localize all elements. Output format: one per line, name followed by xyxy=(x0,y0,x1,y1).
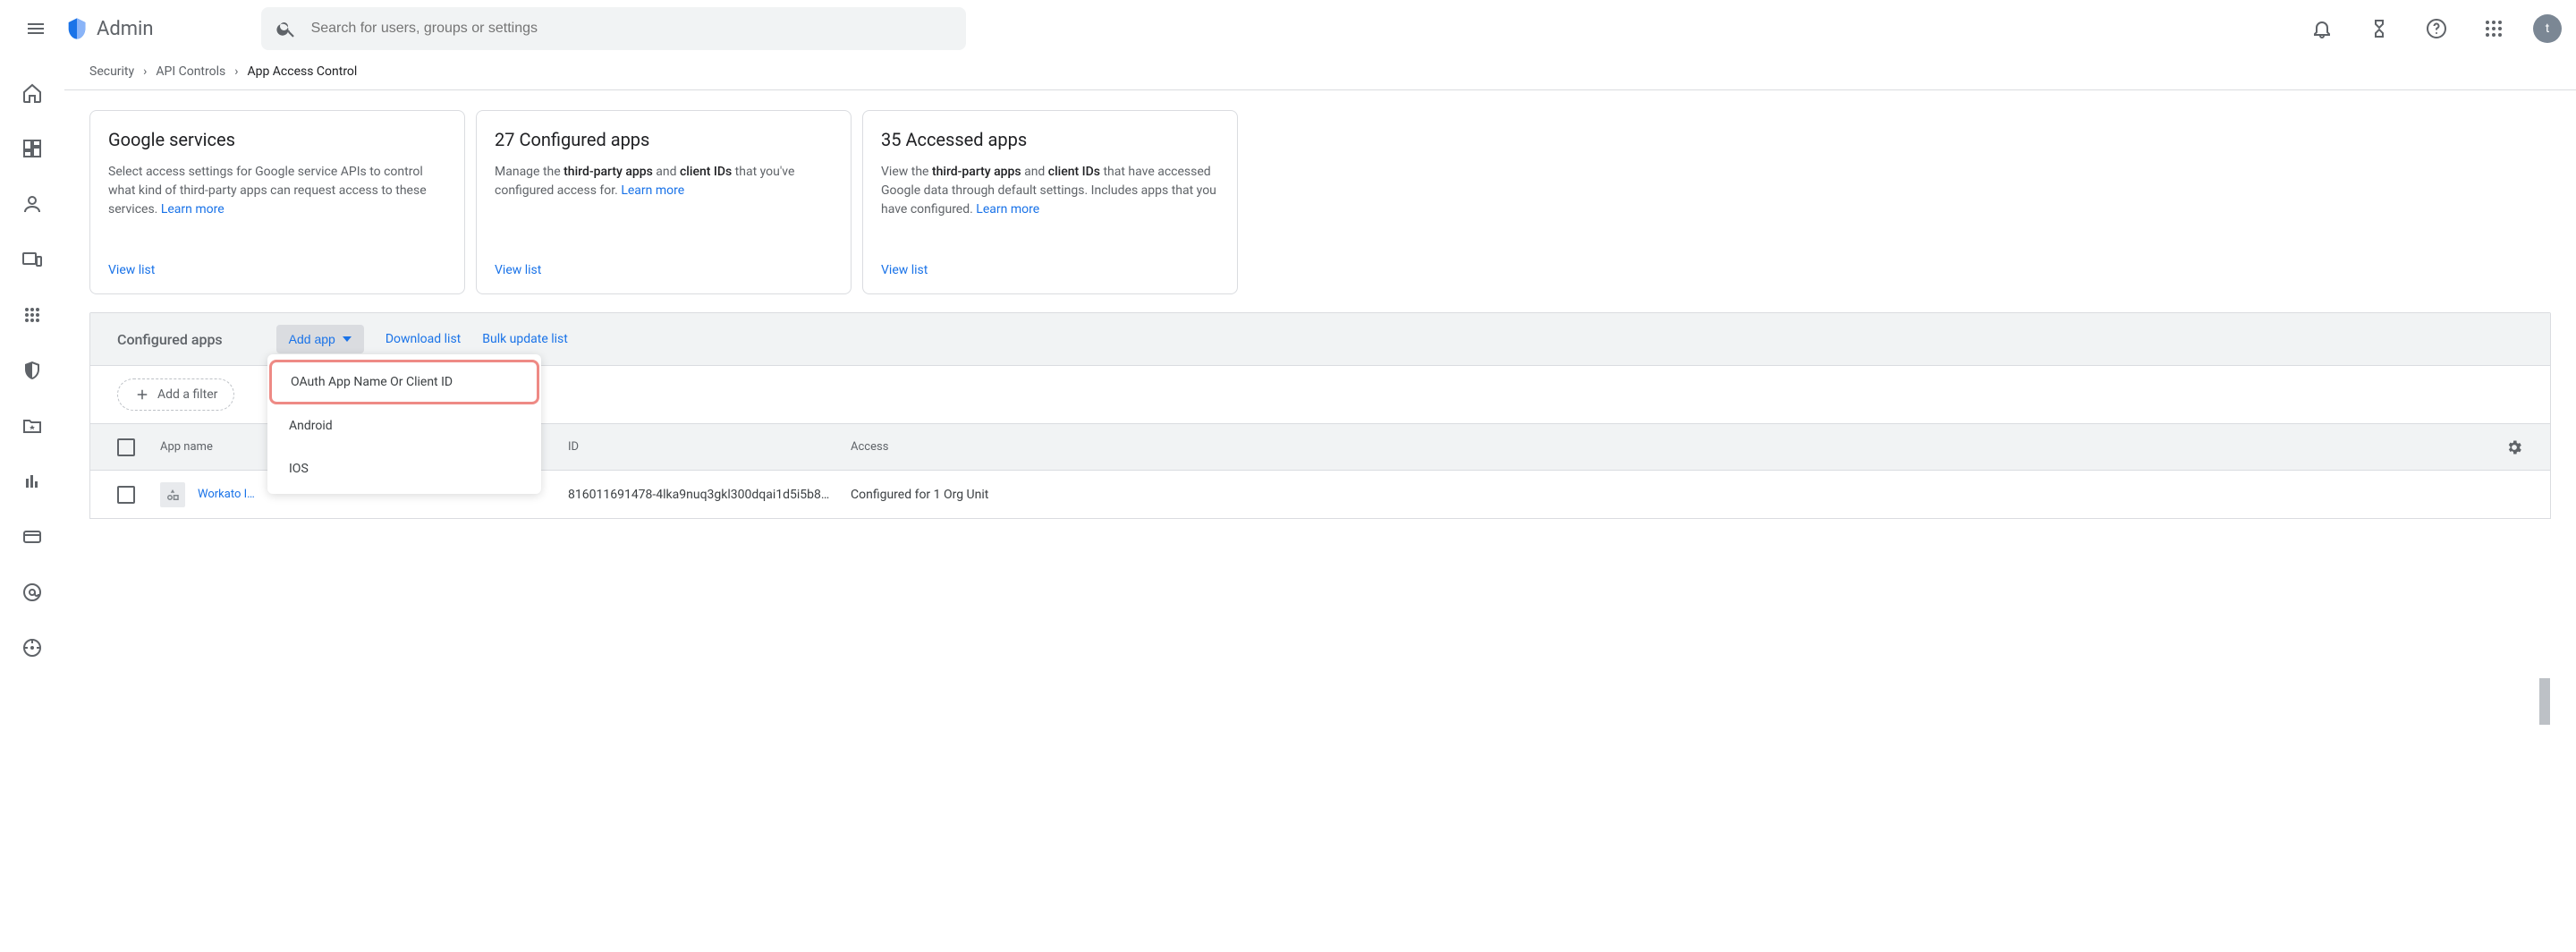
devices-icon xyxy=(21,249,43,270)
breadcrumb-current: App Access Control xyxy=(247,64,357,79)
table-settings-button[interactable] xyxy=(2505,438,2523,456)
avatar[interactable]: t xyxy=(2533,14,2562,43)
add-app-label: Add app xyxy=(289,332,335,346)
row-id: 816011691478-4lka9nuq3gkl300dqai1d5i5b8… xyxy=(568,488,851,502)
bulk-update-link[interactable]: Bulk update list xyxy=(482,332,568,346)
nav-billing[interactable] xyxy=(14,463,50,499)
view-list-link[interactable]: View list xyxy=(881,263,1219,277)
card-body: View the third-party apps and client IDs… xyxy=(881,163,1219,252)
apps-launcher-button[interactable] xyxy=(2476,11,2512,47)
add-app-button[interactable]: Add app xyxy=(276,325,364,353)
logo[interactable]: Admin xyxy=(64,16,154,41)
plus-icon xyxy=(134,387,150,403)
nav-devices[interactable] xyxy=(14,242,50,277)
app-icon xyxy=(160,482,185,507)
apps-grid-icon xyxy=(2483,18,2504,39)
learn-more-link[interactable]: Learn more xyxy=(161,202,225,217)
card-google-services: Google services Select access settings f… xyxy=(89,110,465,294)
generic-app-icon xyxy=(165,487,181,503)
nav-directory[interactable] xyxy=(14,186,50,222)
dropdown-item-oauth[interactable]: OAuth App Name Or Client ID xyxy=(269,360,539,404)
hourglass-icon xyxy=(2368,18,2390,39)
nav-security[interactable] xyxy=(14,353,50,388)
help-button[interactable] xyxy=(2419,11,2454,47)
configured-apps-section: Configured apps Add app Download list Bu… xyxy=(89,312,2551,519)
card-icon xyxy=(21,526,43,548)
chart-icon xyxy=(21,471,43,492)
tasks-button[interactable] xyxy=(2361,11,2397,47)
filter-label: Add a filter xyxy=(157,387,217,402)
folder-star-icon xyxy=(21,415,43,437)
chevron-right-icon: › xyxy=(234,64,238,79)
add-app-dropdown: OAuth App Name Or Client ID Android IOS xyxy=(267,354,541,494)
hamburger-icon xyxy=(25,18,47,39)
dashboard-icon xyxy=(21,138,43,159)
search-input[interactable] xyxy=(311,21,952,37)
person-icon xyxy=(21,193,43,215)
nav-apps[interactable] xyxy=(14,297,50,333)
steering-icon xyxy=(21,637,43,659)
section-title: Configured apps xyxy=(117,331,223,348)
column-header-id[interactable]: ID xyxy=(568,440,851,454)
gear-icon xyxy=(2505,438,2523,456)
view-list-link[interactable]: View list xyxy=(495,263,833,277)
bell-icon xyxy=(2311,18,2333,39)
nav-at[interactable] xyxy=(14,574,50,610)
divider xyxy=(64,89,2576,90)
dropdown-arrow-icon xyxy=(343,336,352,342)
at-icon xyxy=(21,582,43,603)
dropdown-item-android[interactable]: Android xyxy=(267,404,541,447)
learn-more-link[interactable]: Learn more xyxy=(621,183,684,198)
search-icon xyxy=(275,18,297,39)
left-nav xyxy=(0,57,64,666)
row-checkbox[interactable] xyxy=(117,486,135,504)
nav-account[interactable] xyxy=(14,519,50,555)
column-header-access[interactable]: Access xyxy=(851,440,2523,454)
nav-reporting[interactable] xyxy=(14,408,50,444)
app-name-link[interactable]: Workato I… xyxy=(198,488,255,501)
notifications-button[interactable] xyxy=(2304,11,2340,47)
card-body: Select access settings for Google servic… xyxy=(108,163,446,252)
learn-more-link[interactable]: Learn more xyxy=(976,202,1039,217)
breadcrumb: Security › API Controls › App Access Con… xyxy=(89,57,2551,89)
view-list-link[interactable]: View list xyxy=(108,263,446,277)
nav-home[interactable] xyxy=(14,75,50,111)
card-title: 27 Configured apps xyxy=(495,129,833,150)
shield-icon xyxy=(21,360,43,381)
nav-support[interactable] xyxy=(14,630,50,666)
add-filter-button[interactable]: Add a filter xyxy=(117,378,234,411)
home-icon xyxy=(21,82,43,104)
scrollbar[interactable] xyxy=(2539,678,2550,725)
card-configured-apps: 27 Configured apps Manage the third-part… xyxy=(476,110,852,294)
card-accessed-apps: 35 Accessed apps View the third-party ap… xyxy=(862,110,1238,294)
select-all-checkbox[interactable] xyxy=(117,438,135,456)
avatar-initial: t xyxy=(2546,21,2550,36)
admin-logo-icon xyxy=(64,16,89,41)
breadcrumb-link-security[interactable]: Security xyxy=(89,64,134,79)
card-title: Google services xyxy=(108,129,446,150)
download-list-link[interactable]: Download list xyxy=(386,332,461,346)
card-body: Manage the third-party apps and client I… xyxy=(495,163,833,252)
logo-text: Admin xyxy=(97,18,154,40)
help-icon xyxy=(2426,18,2447,39)
nav-dashboard[interactable] xyxy=(14,131,50,166)
dropdown-item-ios[interactable]: IOS xyxy=(267,447,541,490)
breadcrumb-link-api-controls[interactable]: API Controls xyxy=(156,64,225,79)
main-menu-button[interactable] xyxy=(14,7,57,50)
search-bar[interactable] xyxy=(261,7,966,50)
apps-icon xyxy=(21,304,43,326)
card-title: 35 Accessed apps xyxy=(881,129,1219,150)
row-access: Configured for 1 Org Unit xyxy=(851,488,2523,502)
chevron-right-icon: › xyxy=(143,64,147,79)
